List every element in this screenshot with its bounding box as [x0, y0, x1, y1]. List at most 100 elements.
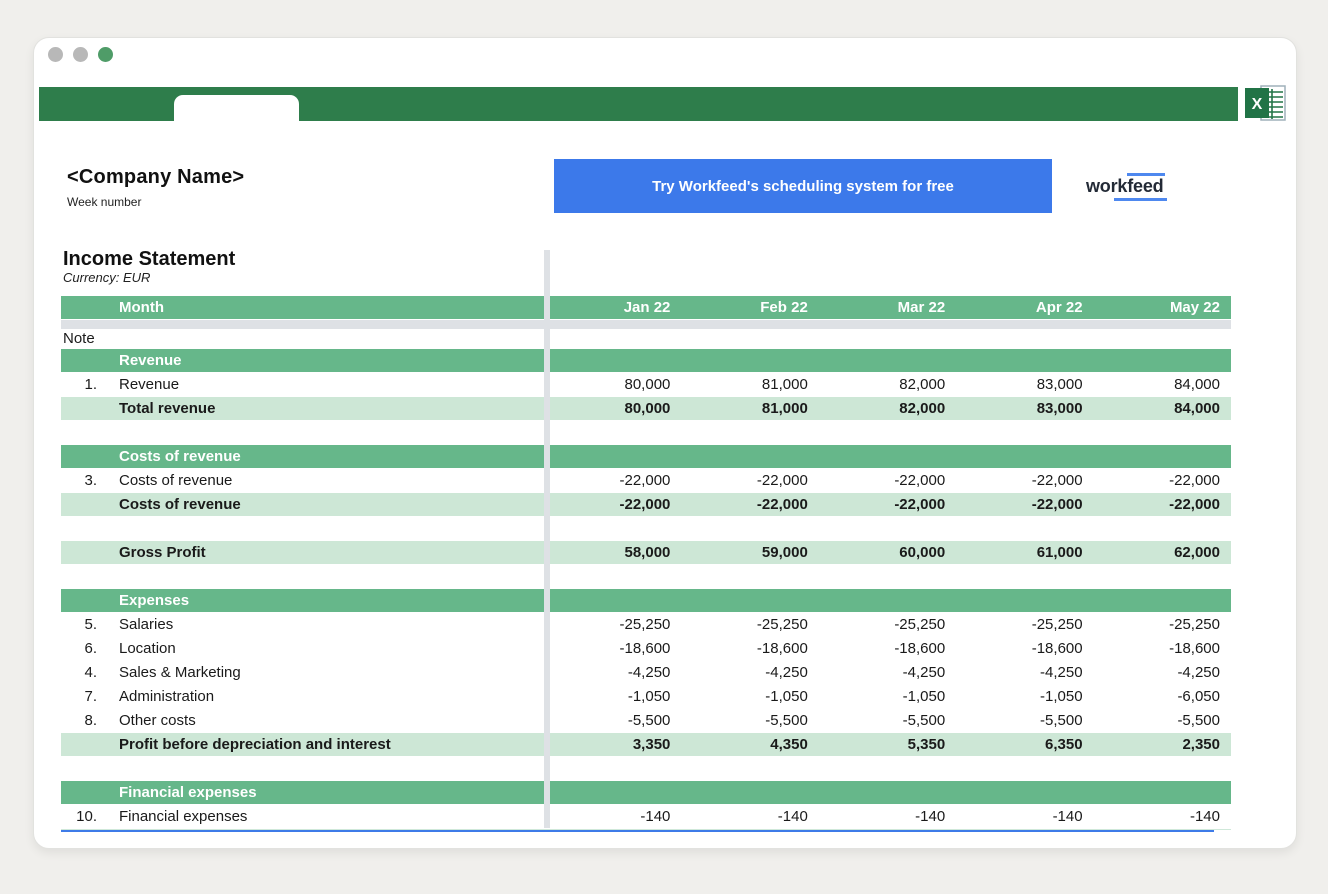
tab-bar [39, 87, 1238, 121]
value-cell: 59,000 [681, 544, 818, 561]
row-label: Financial expenses [105, 808, 544, 825]
row-label: Sales & Marketing [105, 664, 544, 681]
value-cell: -22,000 [681, 472, 818, 489]
row-label: Administration [105, 688, 544, 705]
currency-note: Currency: EUR [63, 270, 235, 285]
week-number-label: Week number [67, 195, 244, 209]
value-cell: 84,000 [1094, 376, 1231, 393]
row-label: Location [105, 640, 544, 657]
table-row-total: Gross Profit58,00059,00060,00061,00062,0… [61, 541, 1231, 564]
value-cell: -18,600 [819, 640, 956, 657]
row-label: Profit before depreciation and interest [105, 736, 544, 753]
value-cell: -22,000 [544, 472, 681, 489]
row-label: Total revenue [105, 400, 544, 417]
value-cell: May 22 [1094, 299, 1231, 316]
value-cell: -5,500 [681, 712, 818, 729]
value-cell: 60,000 [819, 544, 956, 561]
note-cell: 5. [61, 616, 105, 633]
note-cell: 7. [61, 688, 105, 705]
window-controls [48, 47, 113, 62]
row-label: Costs of revenue [105, 448, 544, 465]
value-cell: 83,000 [956, 400, 1093, 417]
value-cell: -4,250 [544, 664, 681, 681]
table-end [61, 829, 1231, 833]
value-cell: Feb 22 [681, 299, 818, 316]
row-label: Financial expenses [105, 784, 544, 801]
table-row-section: Expenses [61, 589, 1231, 612]
value-cell: -1,050 [956, 688, 1093, 705]
value-cell: -140 [1094, 808, 1231, 825]
value-cell: -140 [819, 808, 956, 825]
svg-text:X: X [1252, 96, 1263, 113]
value-cell: 58,000 [544, 544, 681, 561]
table-row-item: 3.Costs of revenue-22,000-22,000-22,000-… [61, 469, 1231, 492]
app-window: X <Company Name> Week number Try Workfee… [33, 37, 1297, 849]
window-control-minimize[interactable] [48, 47, 63, 62]
table-row-gap [61, 517, 1231, 540]
value-cell: -5,500 [1094, 712, 1231, 729]
row-label: Other costs [105, 712, 544, 729]
table-row-item: 4.Sales & Marketing-4,250-4,250-4,250-4,… [61, 661, 1231, 684]
value-cell: 81,000 [681, 400, 818, 417]
row-label: Gross Profit [105, 544, 544, 561]
value-cell: -22,000 [544, 496, 681, 513]
value-cell: -6,050 [1094, 688, 1231, 705]
value-cell: -140 [544, 808, 681, 825]
value-cell: 4,350 [681, 736, 818, 753]
value-cell: -5,500 [819, 712, 956, 729]
value-cell: -4,250 [819, 664, 956, 681]
company-name: <Company Name> [67, 166, 244, 189]
note-cell: 3. [61, 472, 105, 489]
value-cell: -5,500 [544, 712, 681, 729]
table-row-item: 5.Salaries-25,250-25,250-25,250-25,250-2… [61, 613, 1231, 636]
table-body: MonthJan 22Feb 22Mar 22Apr 22May 22NoteR… [61, 296, 1231, 828]
value-cell: -5,500 [956, 712, 1093, 729]
value-cell: -4,250 [1094, 664, 1231, 681]
value-cell: -18,600 [681, 640, 818, 657]
income-statement-table: MonthJan 22Feb 22Mar 22Apr 22May 22NoteR… [61, 296, 1231, 833]
browser-tab[interactable] [174, 95, 299, 121]
table-row-gap [61, 565, 1231, 588]
table-row-item: 7.Administration-1,050-1,050-1,050-1,050… [61, 685, 1231, 708]
logo-work: work [1086, 176, 1127, 196]
row-label: Revenue [105, 352, 544, 369]
value-cell: Mar 22 [819, 299, 956, 316]
table-row-gap [61, 421, 1231, 444]
table-row-total: Total revenue80,00081,00082,00083,00084,… [61, 397, 1231, 420]
value-cell: 81,000 [681, 376, 818, 393]
table-row-total: Profit before depreciation and interest3… [61, 733, 1231, 756]
table-row-total: Costs of revenue-22,000-22,000-22,000-22… [61, 493, 1231, 516]
table-row-item: 1.Revenue80,00081,00082,00083,00084,000 [61, 373, 1231, 396]
value-cell: 84,000 [1094, 400, 1231, 417]
value-cell: -1,050 [819, 688, 956, 705]
table-row-colhead: MonthJan 22Feb 22Mar 22Apr 22May 22 [61, 296, 1231, 319]
row-label: Revenue [105, 376, 544, 393]
value-cell: -22,000 [819, 496, 956, 513]
table-row-item: 10.Financial expenses-140-140-140-140-14… [61, 805, 1231, 828]
value-cell: -25,250 [544, 616, 681, 633]
value-cell: 2,350 [1094, 736, 1231, 753]
note-cell: 8. [61, 712, 105, 729]
window-control-active[interactable] [98, 47, 113, 62]
value-cell: -25,250 [1094, 616, 1231, 633]
value-cell: -18,600 [544, 640, 681, 657]
value-cell: -22,000 [956, 496, 1093, 513]
value-cell: -18,600 [956, 640, 1093, 657]
bottom-blue-line [61, 830, 1214, 832]
value-cell: 6,350 [956, 736, 1093, 753]
column-divider [544, 250, 550, 828]
table-row-gap [61, 757, 1231, 780]
window-control-maximize[interactable] [73, 47, 88, 62]
value-cell: -18,600 [1094, 640, 1231, 657]
value-cell: -22,000 [1094, 496, 1231, 513]
value-cell: -25,250 [681, 616, 818, 633]
table-row-item: 6.Location-18,600-18,600-18,600-18,600-1… [61, 637, 1231, 660]
value-cell: Apr 22 [956, 299, 1093, 316]
table-row-section: Financial expenses [61, 781, 1231, 804]
value-cell: -22,000 [1094, 472, 1231, 489]
row-label: Expenses [105, 592, 544, 609]
value-cell: 62,000 [1094, 544, 1231, 561]
table-row-section: Revenue [61, 349, 1231, 372]
cta-button[interactable]: Try Workfeed's scheduling system for fre… [554, 159, 1052, 213]
table-row-section: Costs of revenue [61, 445, 1231, 468]
